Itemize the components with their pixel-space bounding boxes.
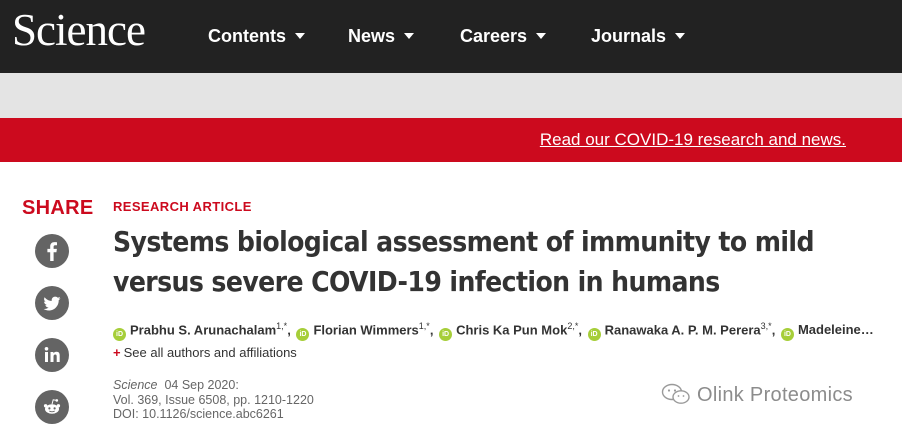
covid-banner: Read our COVID-19 research and news.	[0, 118, 902, 162]
share-linkedin-button[interactable]	[35, 338, 69, 372]
author-name: Florian Wimmers	[313, 322, 419, 338]
citation-block: Science 04 Sep 2020: Vol. 369, Issue 650…	[113, 378, 314, 422]
author-affiliation: 1,*	[276, 321, 288, 331]
author-separator: ,	[429, 322, 434, 338]
nav-news-label: News	[348, 26, 396, 46]
orcid-icon[interactable]: iD	[780, 328, 794, 342]
author-item[interactable]: iD Prabhu S. Arunachalam1,*,	[113, 321, 291, 342]
nav-contents-label: Contents	[208, 26, 286, 46]
wechat-icon	[661, 383, 690, 404]
author-name: Ranawaka A. P. M. Perera	[604, 322, 761, 338]
author-name: Chris Ka Pun Mok	[456, 322, 568, 338]
nav-contents[interactable]: Contents	[208, 26, 305, 47]
author-list: iD Prabhu S. Arunachalam1,*, iD Florian Wi…	[113, 321, 883, 342]
share-twitter-button[interactable]	[35, 286, 69, 320]
see-all-authors-link[interactable]: + See all authors and affiliations	[113, 345, 297, 360]
citation-journal: Science	[113, 378, 158, 392]
share-label: SHARE	[22, 197, 94, 219]
author-separator: ,	[578, 322, 582, 338]
facebook-icon	[47, 242, 57, 261]
orcid-icon[interactable]: iD	[296, 328, 310, 342]
author-affiliation: 1,*	[418, 321, 430, 331]
citation-doi[interactable]: DOI: 10.1126/science.abc6261	[113, 407, 314, 422]
chevron-down-icon	[295, 33, 305, 40]
article-type-label: RESEARCH ARTICLE	[113, 199, 252, 214]
nav-careers-label: Careers	[460, 26, 528, 46]
science-logo[interactable]: Science	[12, 4, 146, 56]
citation-volume: Vol. 369, Issue 6508, pp. 1210-1220	[113, 392, 314, 407]
nav-journals[interactable]: Journals	[591, 26, 686, 47]
ad-placeholder-bar	[0, 73, 902, 118]
linkedin-icon	[44, 347, 60, 362]
reddit-icon	[43, 399, 61, 414]
covid-research-link[interactable]: Read our COVID-19 research and news.	[540, 130, 846, 150]
plus-icon: +	[113, 345, 121, 360]
watermark: Olink Proteomics	[661, 383, 853, 407]
see-all-authors-label: See all authors and affiliations	[123, 345, 297, 360]
twitter-icon	[43, 296, 61, 311]
author-name: Madeleine…	[797, 322, 874, 338]
author-separator: ,	[287, 322, 291, 338]
chevron-down-icon	[404, 33, 415, 40]
nav-journals-label: Journals	[591, 26, 667, 46]
share-facebook-button[interactable]	[35, 234, 69, 268]
share-reddit-button[interactable]	[35, 390, 69, 424]
author-item[interactable]: iD Chris Ka Pun Mok2,*,	[439, 321, 582, 342]
watermark-text: Olink Proteomics	[697, 384, 853, 406]
author-item[interactable]: iD Ranawaka A. P. M. Perera3,*,	[587, 321, 776, 342]
orcid-icon[interactable]: iD	[587, 328, 601, 342]
orcid-icon[interactable]: iD	[439, 328, 453, 342]
author-item[interactable]: iD Florian Wimmers1,*,	[296, 321, 434, 342]
nav-careers[interactable]: Careers	[460, 26, 547, 47]
author-affiliation: 3,*	[760, 321, 772, 331]
top-navigation: Science Contents News Careers Journals	[0, 0, 902, 73]
author-affiliation: 2,*	[567, 321, 579, 331]
author-separator: ,	[771, 322, 776, 338]
citation-journal-line: Science 04 Sep 2020:	[113, 378, 314, 393]
author-item[interactable]: iD Madeleine…	[780, 322, 874, 342]
chevron-down-icon	[675, 33, 686, 40]
article-title: Systems biological assessment of immunit…	[113, 225, 814, 298]
nav-news[interactable]: News	[348, 26, 415, 47]
author-name: Prabhu S. Arunachalam	[130, 322, 277, 338]
orcid-icon[interactable]: iD	[113, 328, 126, 342]
chevron-down-icon	[536, 33, 547, 40]
citation-date: 04 Sep 2020:	[164, 378, 239, 392]
